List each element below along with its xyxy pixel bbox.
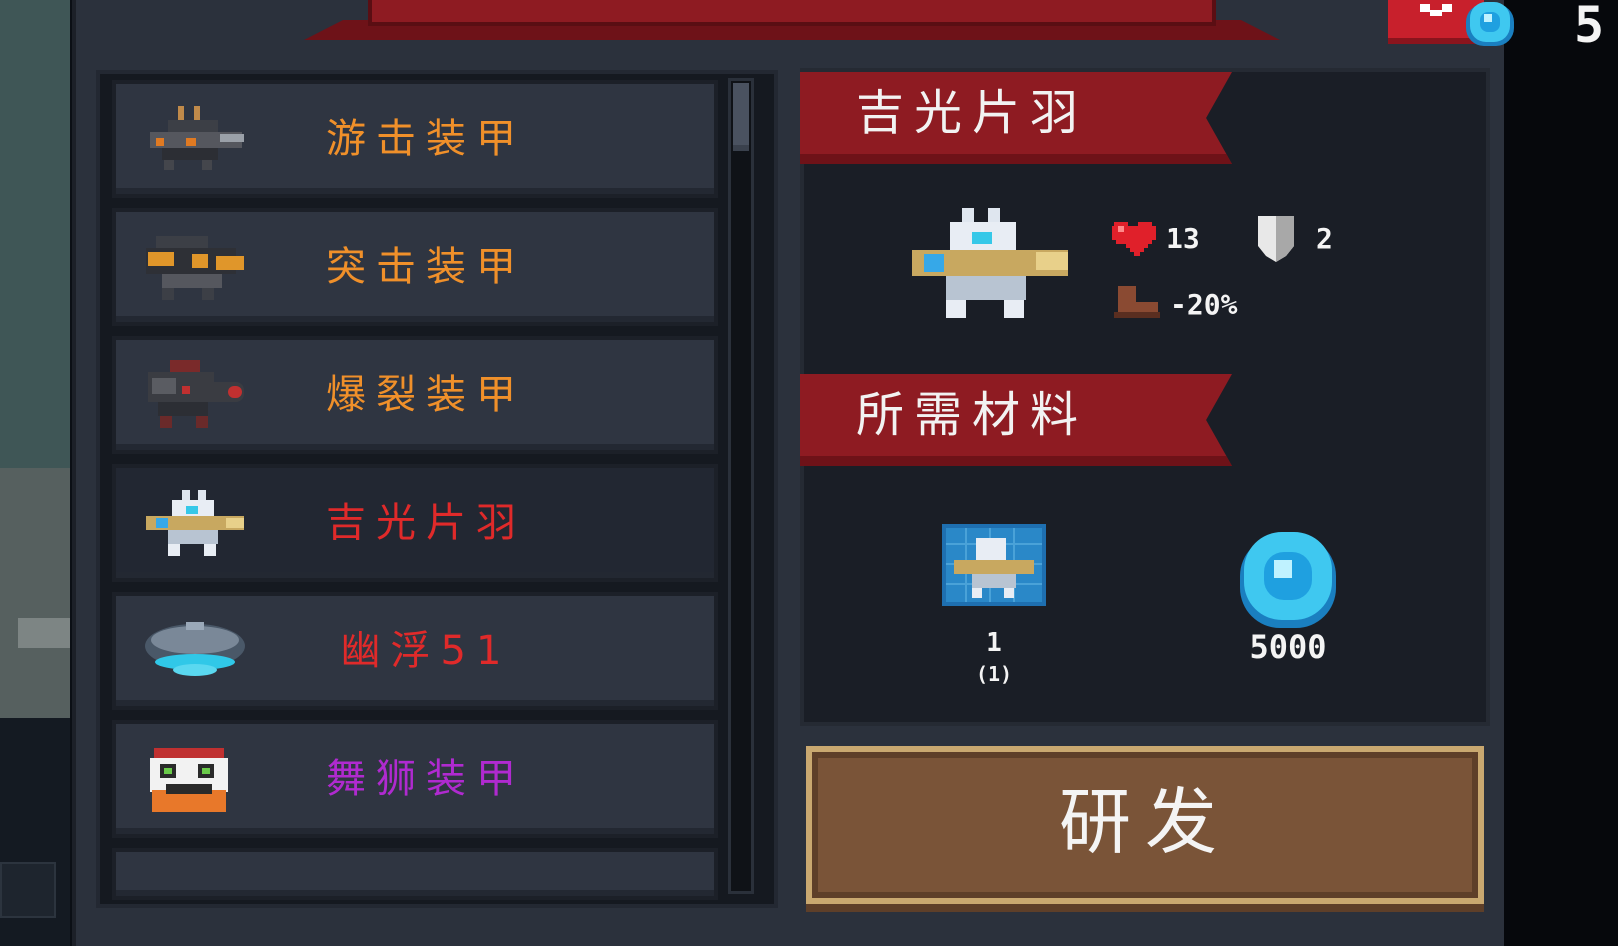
blueprint-icon [942,524,1046,606]
gem-count: 5 [1574,0,1605,54]
item-label: 游击装甲 [326,116,526,162]
list-item-selected[interactable]: 吉光片羽 [112,464,718,582]
heart-icon [1112,222,1156,256]
item-name: 吉光片羽 [856,85,1089,141]
shield-icon [1258,216,1294,262]
list-item[interactable]: 幽浮51 [112,592,718,710]
speed-value: -20% [1170,288,1238,321]
list-item[interactable]: 爆裂装甲 [112,336,718,454]
materials-ribbon: 所需材料 [800,374,1232,466]
armor-list: 游击装甲 突击装甲 爆裂装甲 吉光片羽 幽浮51 舞狮装甲 [96,70,778,908]
burst-mech-icon [148,360,244,428]
gem-icon [1466,2,1514,46]
guerrilla-mech-icon [150,106,244,170]
jiguang-mech-preview [912,208,1068,318]
background-ledge [18,618,70,648]
background-right [1504,0,1618,946]
lion-dance-icon [150,748,228,812]
armor-value: 2 [1316,222,1333,255]
item-label: 舞狮装甲 [326,756,526,802]
item-label: 吉光片羽 [326,500,526,546]
background-floor [0,468,70,718]
list-item[interactable]: 舞狮装甲 [112,720,718,838]
jiguang-mech-icon [146,490,244,556]
list-item-partial[interactable] [112,848,718,900]
hp-value: 13 [1166,222,1200,255]
materials-title: 所需材料 [856,387,1089,443]
research-button[interactable]: 研发 [806,746,1484,912]
list-scrollbar[interactable] [728,78,754,894]
blueprint-have: (1) [975,662,1013,686]
item-label: 爆裂装甲 [326,372,526,418]
item-name-ribbon: 吉光片羽 [800,72,1232,164]
gem-cost: 5000 [1249,628,1327,666]
gem-cost-icon [1240,532,1336,628]
ufo-icon [145,622,245,676]
research-button-label: 研发 [1058,780,1231,864]
background-wall [0,0,70,468]
scroll-thumb[interactable] [733,83,749,151]
blueprint-need: 1 [986,628,1002,658]
top-banner [304,0,1280,50]
list-item[interactable]: 突击装甲 [112,208,718,326]
list-item[interactable]: 游击装甲 [112,80,718,198]
boot-icon [1114,286,1160,318]
background-scenery [0,0,70,946]
item-label: 幽浮51 [340,628,512,674]
background-tile [0,862,56,918]
item-label: 突击装甲 [326,244,526,290]
assault-mech-icon [146,236,244,300]
